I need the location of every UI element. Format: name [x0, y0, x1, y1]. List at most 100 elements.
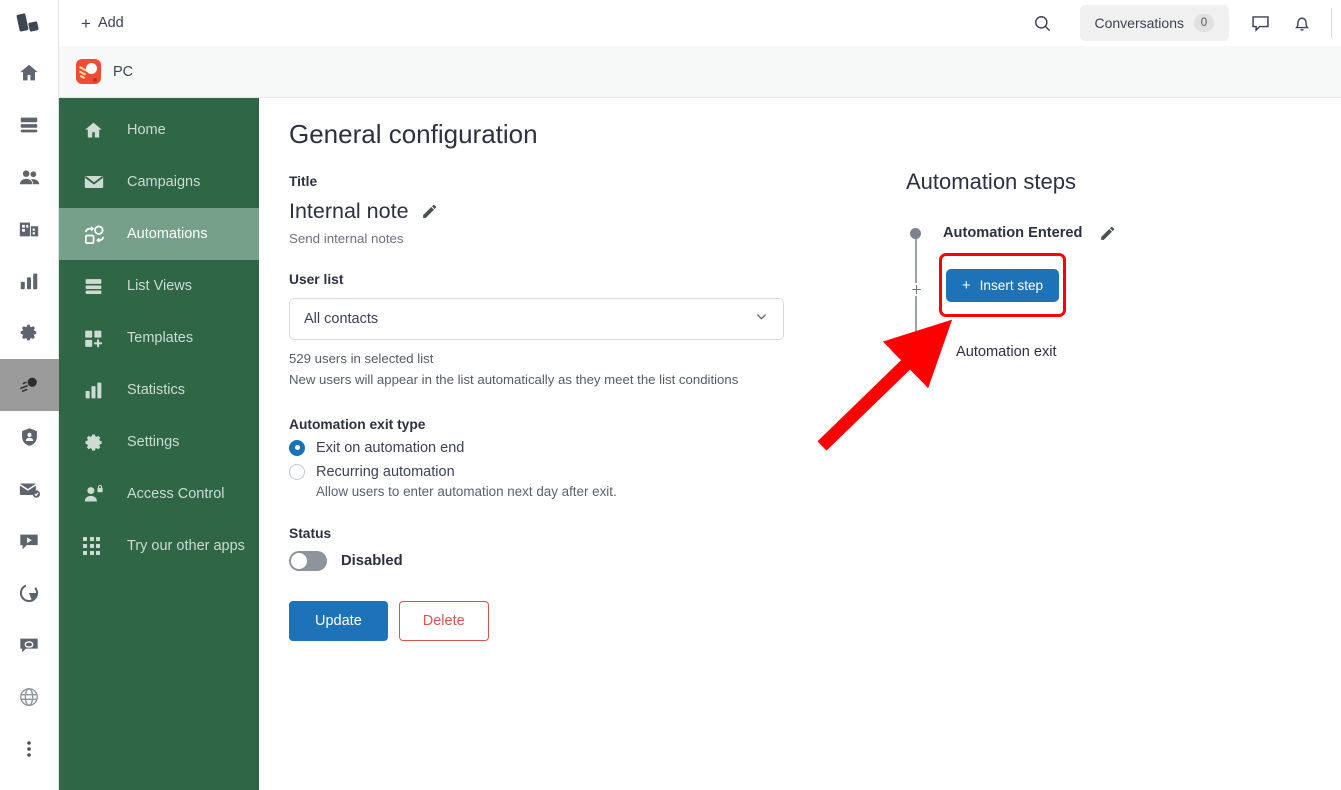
rail-item-video[interactable] [0, 515, 59, 567]
app-logo-icon[interactable] [0, 0, 59, 47]
step-automation-exit[interactable]: Automation exit [906, 343, 1057, 360]
sidebar-item-campaigns[interactable]: Campaigns [59, 156, 259, 208]
rail-item-more[interactable] [0, 723, 59, 775]
rail-item-statistics[interactable] [0, 255, 59, 307]
step-automation-entered[interactable]: Automation Entered [906, 221, 1236, 245]
sidebar-item-label: Campaigns [127, 174, 201, 190]
rail-item-list[interactable] [0, 99, 59, 151]
gear-icon [83, 432, 109, 453]
automation-steps-title: Automation steps [906, 169, 1076, 194]
template-plus-icon [83, 328, 109, 349]
pencil-icon[interactable] [421, 203, 438, 220]
form-actions: Update Delete [289, 600, 784, 641]
rail-item-shield-user[interactable] [0, 411, 59, 463]
sidebar-item-settings[interactable]: Settings [59, 416, 259, 468]
sidebar-item-label: Access Control [127, 486, 225, 502]
search-icon[interactable] [1024, 4, 1062, 42]
sidebar-item-automations[interactable]: Automations [59, 208, 259, 260]
apps-grid-icon [83, 537, 109, 555]
rail-item-pie-chart[interactable] [0, 567, 59, 619]
exit-arrow-icon [908, 343, 925, 360]
toggle-knob [291, 552, 307, 569]
conversations-count-badge: 0 [1194, 14, 1214, 32]
top-bar: + Add Conversations 0 [59, 0, 1341, 46]
rail-item-chat[interactable] [0, 619, 59, 671]
step-label: Automation Entered [943, 225, 1083, 241]
radio-indicator [289, 463, 305, 480]
radio-exit-on-automation-end[interactable]: Exit on automation end [289, 439, 784, 456]
chevron-down-icon [754, 309, 769, 329]
bell-icon[interactable] [1283, 4, 1321, 42]
plus-icon: + [81, 13, 91, 33]
plus-icon: + [961, 276, 971, 294]
page-title: General configuration [289, 119, 538, 149]
radio-indicator [289, 439, 305, 456]
sidebar-item-statistics[interactable]: Statistics [59, 364, 259, 416]
automation-steps-panel: Automation steps Automation Entered + In… [906, 169, 1236, 361]
sidebar-item-label: Home [127, 122, 166, 138]
chat-bubble-icon[interactable] [1241, 4, 1279, 42]
radio-recurring-automation[interactable]: Recurring automation [289, 463, 784, 480]
left-icon-rail [0, 0, 59, 790]
rail-item-building[interactable] [0, 203, 59, 255]
add-button[interactable]: + Add [73, 10, 132, 37]
insert-step-label: Insert step [979, 277, 1044, 293]
rail-item-automations[interactable] [0, 359, 59, 411]
sidebar-item-templates[interactable]: Templates [59, 312, 259, 364]
user-lock-icon [83, 484, 109, 505]
user-list-count-text: 529 users in selected list [289, 351, 434, 366]
sidebar-item-access-control[interactable]: Access Control [59, 468, 259, 520]
sidebar-item-label: Settings [127, 434, 180, 450]
insert-step-button[interactable]: + Insert step [945, 268, 1060, 302]
sidebar-item-label: Automations [127, 226, 208, 242]
sidebar-item-label: List Views [127, 278, 193, 294]
add-button-label: Add [97, 15, 124, 31]
status-toggle[interactable] [289, 550, 327, 571]
general-configuration-form: Title Internal note Send internal notes … [289, 174, 784, 641]
topbar-divider [1331, 8, 1332, 38]
step-label: Automation exit [956, 343, 1057, 360]
status-toggle-label: Disabled [341, 552, 403, 569]
title-field-value: Internal note [289, 199, 409, 223]
breadcrumb-account-label[interactable]: PC [113, 64, 133, 80]
automation-steps-timeline: Automation Entered + Insert step Automat… [906, 221, 1236, 361]
status-toggle-row: Disabled [289, 550, 784, 571]
radio-label: Recurring automation [316, 463, 455, 480]
status-label: Status [289, 525, 332, 541]
sidebar-item-label: Statistics [127, 382, 186, 398]
exit-type-label: Automation exit type [289, 416, 426, 432]
automation-flow-icon [83, 223, 109, 246]
conversations-label: Conversations [1094, 15, 1185, 31]
rail-item-globe[interactable] [0, 671, 59, 723]
sidebar-item-try-our-other-apps[interactable]: Try our other apps [59, 520, 259, 572]
main-content: General configuration Title Internal not… [259, 98, 1341, 790]
list-stack-icon [83, 276, 109, 297]
timeline-node-dot-icon [910, 227, 921, 239]
sidebar: Home Campaigns Automations List Views Te… [59, 98, 259, 790]
app-window: + Add Conversations 0 PC Home Campaigns … [0, 0, 1341, 790]
user-list-select[interactable]: All contacts [289, 298, 784, 340]
sidebar-item-label: Templates [127, 330, 194, 346]
delete-button[interactable]: Delete [398, 600, 489, 641]
update-button[interactable]: Update [289, 600, 388, 641]
timeline-connector [915, 233, 917, 361]
home-icon [83, 120, 109, 141]
insert-step-highlight-box: + Insert step [939, 253, 1066, 317]
title-field-row: Internal note [289, 199, 784, 224]
conversations-button[interactable]: Conversations 0 [1079, 5, 1229, 41]
envelope-icon [83, 171, 109, 193]
sidebar-item-label: Try our other apps [127, 538, 245, 554]
rail-item-users[interactable] [0, 151, 59, 203]
pencil-icon[interactable] [1099, 225, 1116, 242]
radio-recurring-description: Allow users to enter automation next day… [316, 483, 617, 499]
timeline-add-step-icon[interactable] [909, 283, 923, 296]
sidebar-item-list-views[interactable]: List Views [59, 260, 259, 312]
rail-item-settings[interactable] [0, 307, 59, 359]
rail-item-mail[interactable] [0, 463, 59, 515]
account-logo-icon [76, 59, 101, 84]
user-list-label: User list [289, 272, 344, 287]
rail-item-home[interactable] [0, 47, 59, 99]
radio-label: Exit on automation end [316, 439, 465, 456]
sidebar-item-home[interactable]: Home [59, 104, 259, 156]
topbar-right-group: Conversations 0 [1024, 0, 1341, 46]
